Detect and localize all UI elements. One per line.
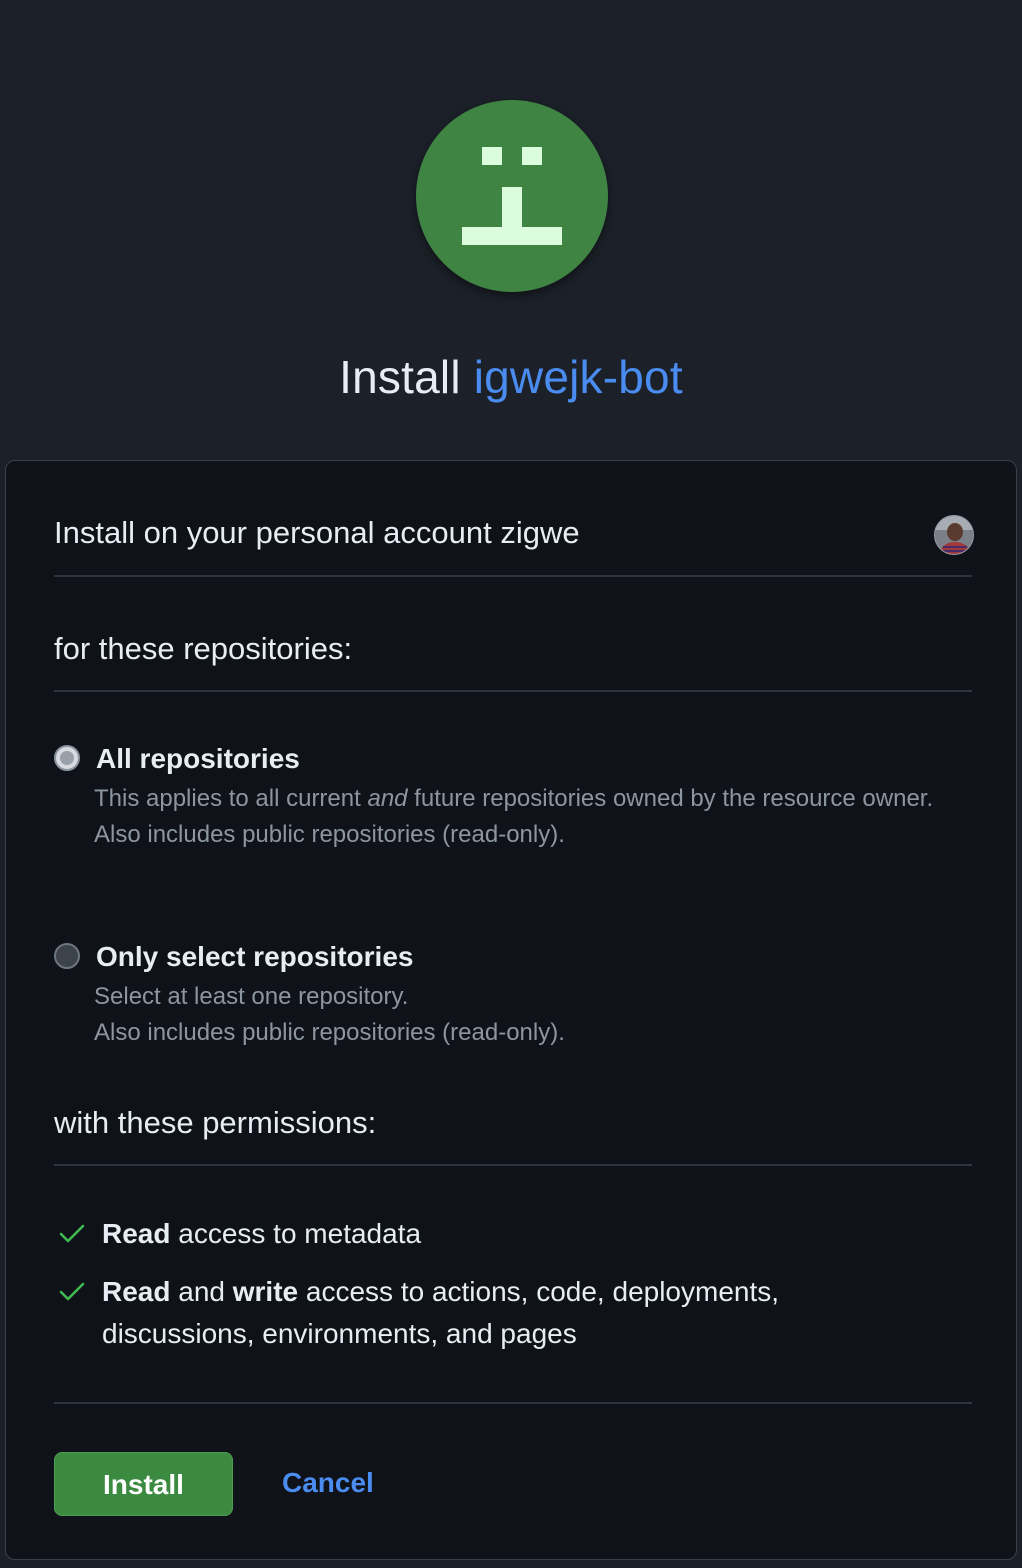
all-repositories-description: This applies to all current and future r… [94,785,934,848]
cancel-link[interactable]: Cancel [282,1463,374,1503]
all-repositories-label[interactable]: All repositories [96,741,300,777]
radio-all-repositories[interactable] [54,745,80,771]
check-icon [59,1282,85,1301]
install-app-page: Install igwejk-bot Install on your perso… [0,0,1022,1568]
title-prefix: Install [339,351,461,403]
account-row: Install on your personal account zigwe [54,505,974,577]
radio-select-repositories[interactable] [54,943,80,969]
app-identicon-avatar [416,100,608,292]
identicon-icon [462,147,562,245]
check-icon [59,1224,85,1243]
select-repositories-label[interactable]: Only select repositories [96,939,413,975]
account-text: Install on your personal account zigwe [54,515,580,550]
permission-text: Read access to metadata [102,1218,422,1249]
install-card: Install on your personal account zigwe f… [5,460,1017,1560]
user-avatar [934,515,974,555]
install-button[interactable]: Install [54,1452,233,1516]
app-name-link[interactable]: igwejk-bot [474,351,683,403]
permission-text: Read and write access to actions, code, … [102,1276,780,1349]
actions-divider [54,1402,972,1404]
repositories-heading: for these repositories: [54,629,972,692]
select-repositories-description: Select at least one repository. Also inc… [94,983,565,1046]
page-title: Install igwejk-bot [0,346,1022,408]
permissions-heading: with these permissions: [54,1103,972,1166]
